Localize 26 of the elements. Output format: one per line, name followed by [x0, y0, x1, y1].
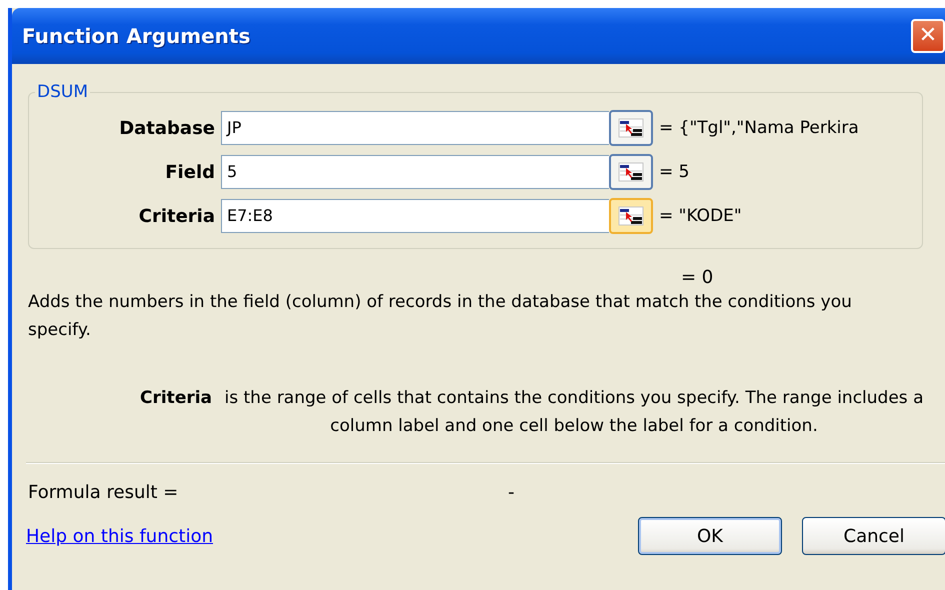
range-select-icon — [616, 205, 646, 227]
argument-label: Database — [118, 118, 216, 138]
dialog-button[interactable]: Cancel — [802, 517, 945, 555]
input-field[interactable]: 5 — [221, 155, 609, 189]
window-title: Function Arguments — [22, 24, 250, 48]
collapse-dialog-button[interactable] — [609, 198, 653, 234]
function-description: Adds the numbers in the field (column) of records in the database that match the conditions you specify. — [27, 291, 853, 342]
argument-label: Field — [164, 162, 216, 182]
input-field[interactable]: JP — [221, 111, 609, 145]
formula-result-value: - — [508, 482, 514, 503]
function-result: = 0 — [681, 267, 714, 288]
argument-label: Criteria — [138, 206, 216, 226]
collapse-dialog-button[interactable] — [609, 110, 653, 146]
argument-result: = "KODE" — [658, 206, 742, 226]
help-link[interactable]: Help on this function — [26, 526, 213, 546]
range-select-icon — [616, 117, 646, 139]
argument-name: Criteria — [140, 387, 212, 410]
dialog-button[interactable]: OK — [638, 517, 782, 555]
range-select-icon — [616, 161, 646, 183]
argument-result: = 5 — [658, 162, 690, 182]
argument-result: = {"Tgl","Nama Perkira — [658, 118, 859, 138]
formula-result-label: Formula result = — [28, 482, 180, 503]
group-title: DSUM — [36, 82, 89, 102]
input-field[interactable]: E7:E8 — [221, 199, 609, 233]
argument-description: is the range of cells that contains the conditions you specify. The range includes a column label and one cell below the label for a condition. — [224, 387, 924, 438]
collapse-dialog-button[interactable] — [609, 154, 653, 190]
